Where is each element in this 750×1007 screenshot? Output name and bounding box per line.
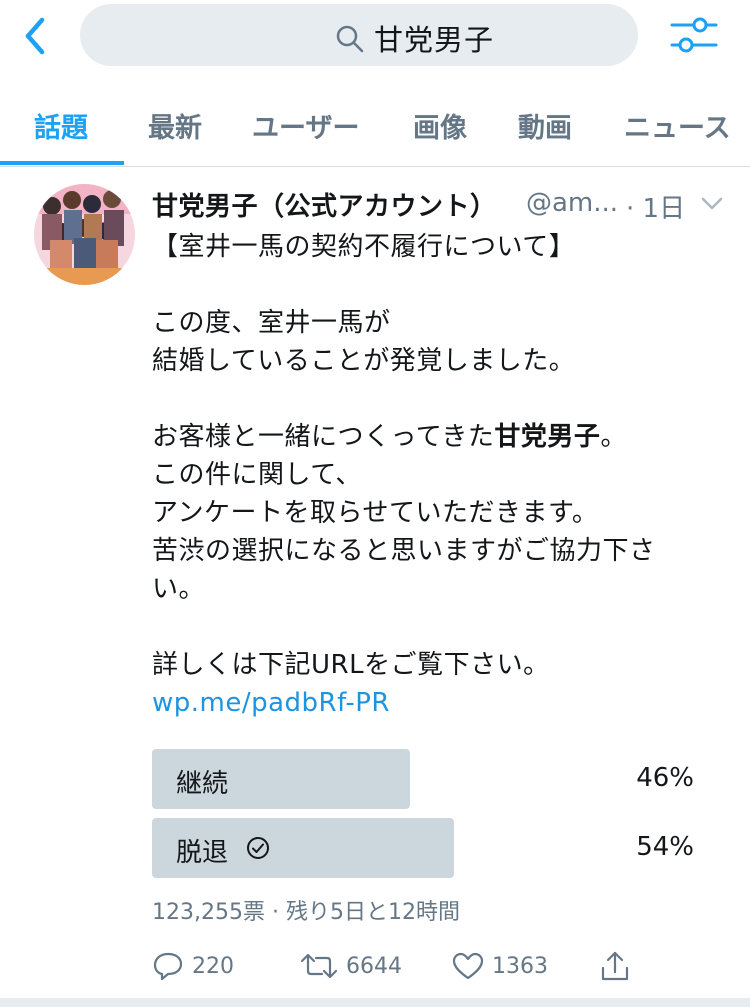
active-tab-indicator	[0, 161, 124, 165]
tab-top[interactable]: 話題	[34, 106, 88, 145]
share-icon	[601, 951, 629, 981]
tab-news[interactable]: ニュース	[624, 106, 731, 145]
share-button[interactable]	[600, 944, 630, 988]
divider	[0, 998, 750, 1007]
tweet-text-line: い。	[152, 574, 206, 604]
tab-videos[interactable]: 動画	[518, 106, 572, 145]
tweet-text-line: 結婚していることが発覚しました。	[152, 346, 576, 376]
reply-count: 220	[192, 953, 234, 979]
tweet-text-line: アンケートを取らせていただきます。	[152, 498, 599, 528]
poll-option[interactable]: 脱退 54%	[152, 818, 712, 878]
search-query: 甘党男子	[374, 23, 495, 57]
poll-vote-count: 123,255票 · 残り5日と12時間	[152, 900, 460, 925]
tweet-text-line: 【室井一馬の契約不履行について】	[152, 232, 576, 262]
tweet-timestamp[interactable]: · 1日	[626, 188, 685, 225]
chevron-down-icon[interactable]	[700, 196, 724, 216]
tweet-text-line: この件に関して、	[152, 460, 362, 490]
like-icon	[452, 952, 484, 980]
tweet-text-line: この度、室井一馬が	[152, 308, 391, 338]
tab-users[interactable]: ユーザー	[252, 106, 359, 145]
search-tabs: 話題 最新 ユーザー 画像 動画 ニュース	[0, 86, 750, 167]
poll-option-label: 継続	[176, 769, 229, 799]
retweet-count: 6644	[346, 953, 402, 979]
poll-option[interactable]: 継続 46%	[152, 749, 712, 809]
like-button[interactable]: 1363	[452, 944, 548, 988]
tweet-link[interactable]: wp.me/padbRf-PR	[152, 684, 712, 722]
tab-latest[interactable]: 最新	[148, 106, 202, 145]
user-handle[interactable]: @am...	[526, 188, 618, 218]
poll-option-label: 脱退	[176, 838, 229, 868]
tweet-header: 甘党男子（公式アカウント） @am... · 1日	[152, 186, 732, 226]
poll-option-percent: 46%	[636, 763, 694, 793]
like-count: 1363	[492, 953, 548, 979]
retweet-button[interactable]: 6644	[300, 944, 402, 988]
reply-button[interactable]: 220	[152, 944, 234, 988]
back-chevron-icon[interactable]	[18, 12, 62, 60]
display-name[interactable]: 甘党男子（公式アカウント）	[152, 186, 497, 223]
filter-sliders-icon[interactable]	[668, 12, 720, 60]
avatar[interactable]	[34, 184, 135, 285]
search-icon	[335, 24, 365, 58]
tweet-text-line: 詳しくは下記URLをご覧下さい。	[152, 650, 550, 680]
top-bar: 甘党男子	[0, 0, 750, 80]
tweet-text: 【室井一馬の契約不履行について】 この度、室井一馬が 結婚していることが発覚しま…	[152, 228, 712, 722]
search-input[interactable]: 甘党男子	[80, 4, 638, 66]
hashtag-bold-text: 甘党男子	[494, 422, 601, 452]
check-circle-icon	[246, 836, 270, 864]
tweet-text-line: 苦渋の選択になると思いますがご協力下さ	[152, 536, 656, 566]
tab-photos[interactable]: 画像	[413, 106, 467, 145]
retweet-icon	[300, 953, 338, 979]
tweet-actions: 220 6644 1363	[152, 944, 712, 988]
reply-icon	[153, 952, 183, 981]
poll-option-percent: 54%	[636, 832, 694, 862]
tweet-text-line: お客様と一緒につくってきた甘党男子。	[152, 422, 627, 452]
